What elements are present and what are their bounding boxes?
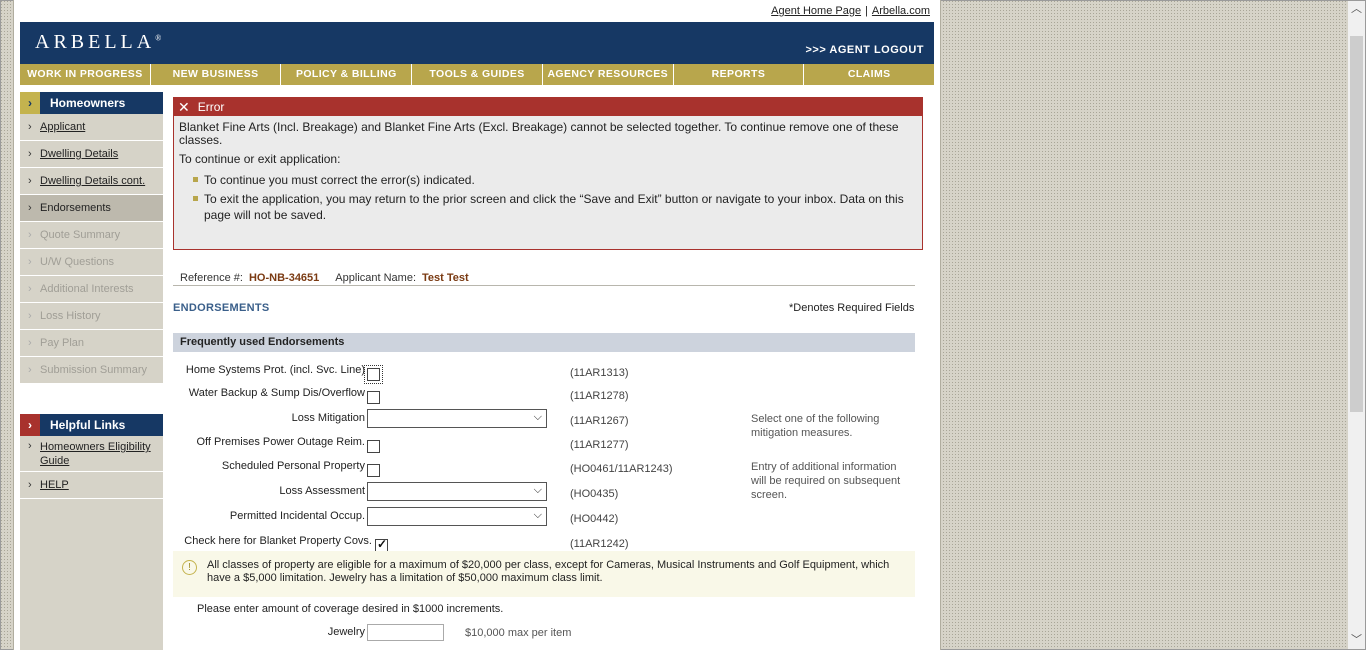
arbella-logo[interactable]: ARBELLA® bbox=[35, 31, 165, 54]
sidebar-heading-helpful-links: › Helpful Links bbox=[20, 414, 163, 436]
endorsement-row: Off Premises Power Outage Reim. (11AR127… bbox=[196, 436, 629, 453]
chevron-right-icon: › bbox=[28, 256, 32, 268]
applicant-name: Test Test bbox=[422, 272, 469, 284]
sidebar-item-additional-interests: › Additional Interests bbox=[20, 276, 163, 303]
error-bullets: To continue you must correct the error(s… bbox=[189, 172, 917, 223]
close-x-icon: ✕ bbox=[178, 98, 190, 115]
jewelry-amount-input[interactable] bbox=[367, 624, 444, 641]
link-separator: | bbox=[865, 5, 868, 17]
agent-logout-button[interactable]: >>> AGENT LOGOUT bbox=[805, 44, 924, 56]
vertical-scrollbar[interactable]: ︿ ﹀ bbox=[1348, 1, 1365, 649]
applicant-name-label: Applicant Name: bbox=[335, 272, 417, 284]
site-header: ARBELLA® >>> AGENT LOGOUT bbox=[20, 22, 934, 64]
arbella-com-link[interactable]: Arbella.com bbox=[872, 5, 930, 17]
sidebar-item-uw-questions: › U/W Questions bbox=[20, 249, 163, 276]
endorsement-row: Home Systems Prot. (incl. Svc. Line) (11… bbox=[185, 364, 629, 384]
nav-new-business[interactable]: NEW BUSINESS bbox=[151, 64, 282, 85]
chevron-right-icon: › bbox=[28, 310, 32, 322]
sidebar-item-dwelling-details-cont[interactable]: › Dwelling Details cont. bbox=[20, 168, 163, 195]
sidebar-spacer bbox=[20, 384, 163, 414]
scroll-up-icon[interactable]: ︿ bbox=[1348, 1, 1365, 18]
reference-line: Reference #: HO-NB-34651 Applicant Name: Te… bbox=[173, 272, 915, 286]
sidebar-item-endorsements[interactable]: › Endorsements bbox=[20, 195, 163, 222]
page-container: Agent Home Page | Arbella.com ARBELLA® >>>… bbox=[13, 0, 941, 650]
loss-assessment-select[interactable]: ⌵ bbox=[367, 482, 547, 501]
sidebar: › Homeowners › Applicant › Dwelling Detail… bbox=[20, 92, 163, 650]
chevron-down-icon: ⌵ bbox=[533, 484, 542, 496]
chevron-right-icon: › bbox=[28, 202, 32, 214]
top-links: Agent Home Page | Arbella.com bbox=[771, 5, 930, 17]
chevron-right-icon: › bbox=[28, 283, 32, 295]
water-backup-checkbox[interactable] bbox=[367, 391, 380, 404]
agent-home-link[interactable]: Agent Home Page bbox=[771, 5, 861, 17]
scrollbar-thumb[interactable] bbox=[1350, 36, 1363, 412]
error-message: Blanket Fine Arts (Incl. Breakage) and B… bbox=[179, 120, 899, 147]
chevron-right-icon: › bbox=[20, 92, 40, 114]
chevron-right-icon: › bbox=[28, 121, 32, 133]
nav-policy-billing[interactable]: POLICY & BILLING bbox=[281, 64, 413, 85]
chevron-right-icon: › bbox=[28, 148, 32, 160]
chevron-right-icon: › bbox=[28, 175, 32, 187]
sidebar-item-applicant[interactable]: › Applicant bbox=[20, 114, 163, 141]
sidebar-item-pay-plan: › Pay Plan bbox=[20, 330, 163, 357]
nav-reports[interactable]: REPORTS bbox=[674, 64, 805, 85]
info-bulb-icon: ! bbox=[182, 560, 197, 575]
error-prompt: To continue or exit application: bbox=[179, 152, 341, 166]
chevron-right-icon: › bbox=[28, 479, 32, 491]
chevron-right-icon: › bbox=[28, 337, 32, 349]
jewelry-max-note: $10,000 max per item bbox=[465, 627, 572, 639]
error-body: Blanket Fine Arts (Incl. Breakage) and B… bbox=[174, 116, 922, 231]
nav-agency-resources[interactable]: AGENCY RESOURCES bbox=[543, 64, 674, 85]
sidebar-item-quote-summary: › Quote Summary bbox=[20, 222, 163, 249]
chevron-right-icon: › bbox=[28, 440, 32, 452]
nav-tools-guides[interactable]: TOOLS & GUIDES bbox=[412, 64, 543, 85]
sidebar-item-dwelling-details[interactable]: › Dwelling Details bbox=[20, 141, 163, 168]
frequent-endorsements-heading: Frequently used Endorsements bbox=[173, 333, 915, 352]
reference-number: HO-NB-34651 bbox=[248, 272, 320, 284]
sidebar-item-loss-history: › Loss History bbox=[20, 303, 163, 330]
scheduled-property-checkbox[interactable] bbox=[367, 464, 380, 477]
reference-label: Reference #: bbox=[180, 272, 243, 284]
sidebar-item-submission-summary: › Submission Summary bbox=[20, 357, 163, 384]
helpful-link-help[interactable]: › HELP bbox=[20, 472, 163, 499]
scroll-down-icon[interactable]: ﹀ bbox=[1348, 632, 1365, 649]
chevron-down-icon: ⌵ bbox=[533, 411, 542, 423]
chevron-right-icon: › bbox=[28, 229, 32, 241]
endorsement-row: Water Backup & Sump Dis/Overflow (11AR12… bbox=[188, 387, 629, 404]
loss-mitigation-select[interactable]: ⌵ bbox=[367, 409, 547, 428]
coverage-prompt: Please enter amount of coverage desired … bbox=[197, 603, 504, 615]
endorsement-row: Permitted Incidental Occup. ⌵ (HO0442) bbox=[229, 507, 619, 526]
info-box: ! All classes of property are eligible f… bbox=[173, 551, 915, 597]
sidebar-heading-homeowners: › Homeowners bbox=[20, 92, 163, 114]
error-bullet: To continue you must correct the error(s… bbox=[189, 172, 917, 188]
helpful-link-eligibility-guide[interactable]: › Homeowners Eligibility Guide bbox=[20, 436, 163, 472]
section-title: ENDORSEMENTS bbox=[173, 302, 270, 314]
main-nav: WORK IN PROGRESS NEW BUSINESS POLICY & B… bbox=[20, 64, 934, 85]
incidental-occupancy-select[interactable]: ⌵ bbox=[367, 507, 547, 526]
home-systems-checkbox[interactable] bbox=[364, 365, 383, 384]
chevron-right-icon: › bbox=[20, 414, 40, 436]
endorsement-row: Loss Assessment ⌵ (HO0435) bbox=[279, 482, 619, 501]
error-header: ✕ Error bbox=[174, 98, 922, 116]
nav-work-in-progress[interactable]: WORK IN PROGRESS bbox=[20, 64, 151, 85]
chevron-down-icon: ⌵ bbox=[533, 509, 542, 521]
required-fields-note: *Denotes Required Fields bbox=[789, 302, 915, 314]
error-panel: ✕ Error Blanket Fine Arts (Incl. Breakag… bbox=[173, 97, 923, 250]
power-outage-checkbox[interactable] bbox=[367, 440, 380, 453]
jewelry-row: Jewelry $10,000 max per item bbox=[327, 624, 572, 641]
nav-claims[interactable]: CLAIMS bbox=[804, 64, 934, 85]
chevron-right-icon: › bbox=[28, 364, 32, 376]
error-bullet: To exit the application, you may return … bbox=[189, 191, 917, 223]
